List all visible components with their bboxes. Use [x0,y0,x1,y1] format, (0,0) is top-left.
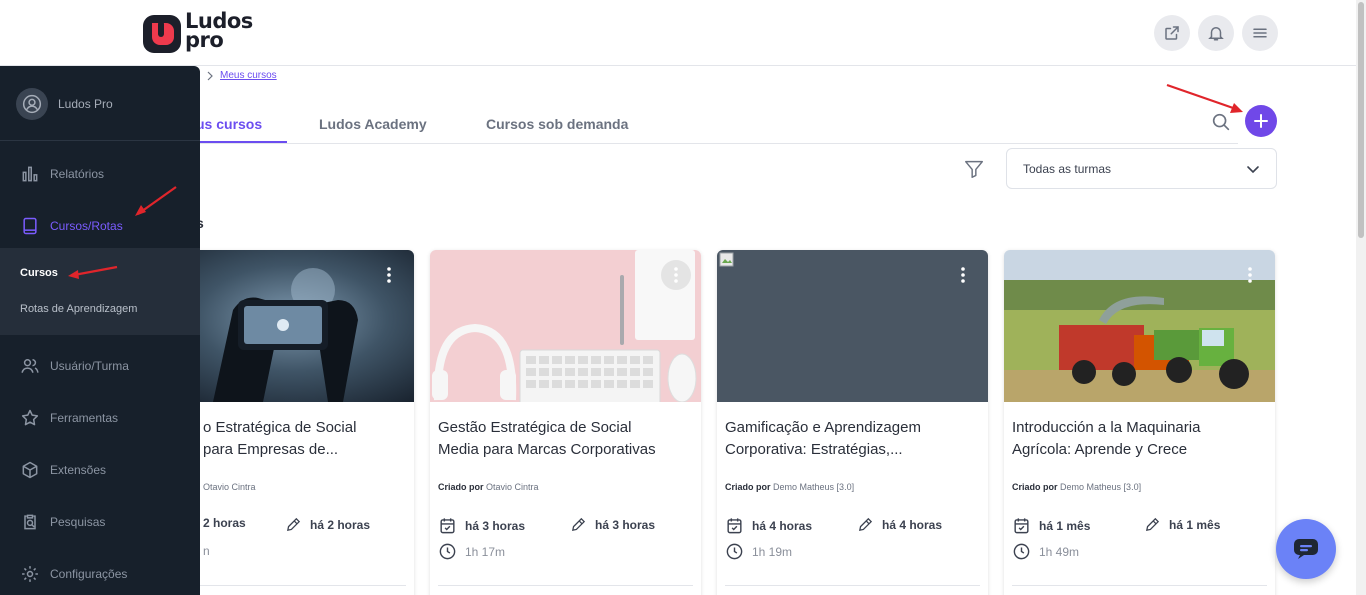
updated-date: há 1 mês [1144,516,1220,533]
course-duration: 1h 49m [1012,542,1079,561]
active-tab-indicator [190,141,287,143]
breadcrumb-current[interactable]: Meus cursos [220,70,277,81]
chevron-right-icon [207,71,213,80]
updated-date: há 2 horas [285,516,370,533]
course-title[interactable]: Gestão Estratégica de Social Media para M… [438,417,693,461]
clock-icon [1013,543,1030,560]
sidebar-item-usuario-turma[interactable]: Usuário/Turma [20,356,129,376]
kebab-menu-icon [1248,267,1252,283]
course-author: Otavio Cintra [203,482,256,492]
course-author: Criado por Demo Matheus [3.0] [1012,482,1142,492]
bell-icon [1208,27,1224,41]
bar-chart-icon [22,166,38,182]
chat-icon [1294,539,1318,559]
course-title[interactable]: Gamificação e Aprendizagem Corporativa: E… [725,417,980,461]
created-date: há 1 mês [1012,516,1090,535]
card-divider [1012,585,1267,586]
clock-icon [726,543,743,560]
sidebar-subitem-rotas[interactable]: Rotas de Aprendizagem [20,303,137,315]
card-options-button[interactable] [948,260,978,290]
users-icon [21,359,39,373]
pencil-icon [1146,517,1160,531]
kebab-menu-icon [674,267,678,283]
annotation-arrow [1166,83,1243,113]
course-title[interactable]: Introducción a la Maquinaria Agrícola: Ap… [1012,417,1267,461]
avatar [16,88,48,120]
course-duration: 1h 17m [438,542,505,561]
clock-icon [439,543,456,560]
tab-ludos-academy[interactable]: Ludos Academy [319,116,427,132]
chevron-down-icon [1247,165,1259,173]
ludos-pro-logo[interactable]: Ludos pro [142,9,262,54]
calendar-check-icon [1014,518,1029,534]
course-author: Criado por Demo Matheus [3.0] [725,482,855,492]
course-card[interactable]: Gamificação e Aprendizagem Corporativa: E… [717,250,988,595]
card-options-button[interactable] [661,260,691,290]
card-divider [438,585,693,586]
annotation-arrow [68,265,118,279]
updated-date: há 3 horas [570,516,655,533]
sidebar-item-extensoes[interactable]: Extensões [20,460,106,480]
page-scrollbar[interactable] [1356,0,1366,595]
breadcrumb: s Meus cursos [195,70,277,81]
chat-support-button[interactable] [1276,519,1336,579]
created-date: há 3 horas [438,516,525,535]
class-filter-value: Todas as turmas [1023,161,1112,176]
kebab-menu-icon [387,267,391,283]
created-date: há 4 horas [725,516,812,535]
tab-cursos-sob-demanda[interactable]: Cursos sob demanda [486,116,628,132]
course-duration: n [203,544,210,558]
sidebar-divider [0,140,200,141]
pencil-icon [859,517,873,531]
course-card[interactable]: Gestão Estratégica de Social Media para M… [430,250,701,595]
filter-icon[interactable] [963,158,985,180]
pencil-icon [572,517,586,531]
book-icon [23,217,37,235]
user-profile[interactable]: Ludos Pro [16,88,113,120]
broken-image-icon [719,252,734,267]
class-filter-select[interactable]: Todas as turmas [1006,148,1277,189]
sidebar: Ludos Pro Relatórios Cursos/Rotas Cursos… [0,66,200,595]
sidebar-subitem-cursos[interactable]: Cursos [20,267,58,279]
sidebar-item-ferramentas[interactable]: Ferramentas [20,408,118,428]
card-options-button[interactable] [374,260,404,290]
hamburger-icon [1253,28,1267,38]
logo-text: Ludos pro [185,9,253,52]
gear-icon [22,566,38,582]
updated-date: há 4 horas [857,516,942,533]
top-bar: Ludos pro [0,0,1356,66]
course-card[interactable]: Introducción a la Maquinaria Agrícola: Ap… [1004,250,1275,595]
tab-meus-cursos[interactable]: us cursos [196,116,262,132]
sidebar-item-pesquisas[interactable]: Pesquisas [20,512,105,532]
sidebar-item-configuracoes[interactable]: Configurações [20,564,127,584]
calendar-check-icon [440,518,455,534]
user-icon [22,94,42,114]
logo-mark-icon [143,15,181,53]
created-date: 2 horas [203,516,246,530]
menu-button[interactable] [1242,15,1278,51]
add-course-button[interactable] [1245,105,1277,137]
course-tabs: us cursos Ludos Academy Cursos sob deman… [190,112,1238,144]
plus-icon [1254,114,1268,128]
external-link-icon [1165,26,1179,40]
cube-icon [22,461,38,479]
external-link-button[interactable] [1154,15,1190,51]
notifications-button[interactable] [1198,15,1234,51]
scroll-thumb[interactable] [1358,2,1364,238]
clipboard-search-icon [24,514,36,530]
course-duration: 1h 19m [725,542,792,561]
user-name: Ludos Pro [58,97,113,111]
sidebar-item-relatorios[interactable]: Relatórios [20,164,104,184]
annotation-arrow [135,186,177,216]
sidebar-item-cursos-rotas[interactable]: Cursos/Rotas [20,216,123,236]
calendar-check-icon [727,518,742,534]
star-icon [21,409,39,426]
course-author: Criado por Otavio Cintra [438,482,539,492]
card-options-button[interactable] [1235,260,1265,290]
card-divider [725,585,980,586]
kebab-menu-icon [961,267,965,283]
pencil-icon [287,517,301,531]
